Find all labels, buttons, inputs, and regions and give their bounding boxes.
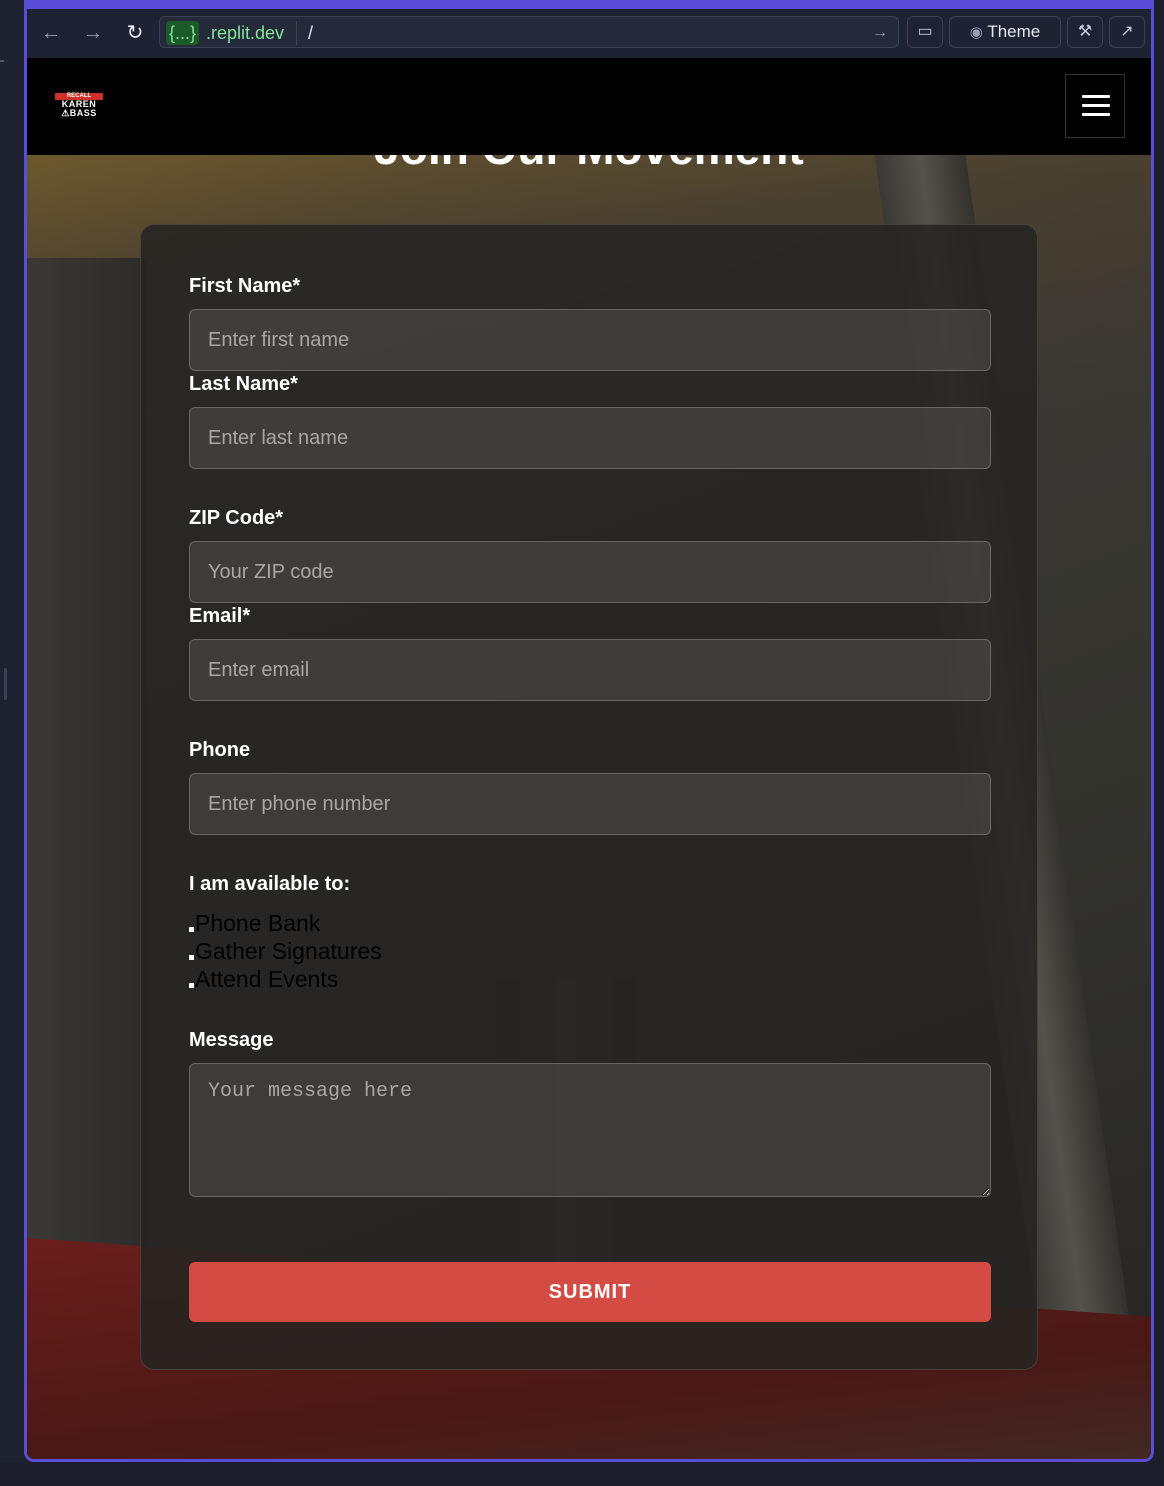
- submit-button[interactable]: SUBMIT: [189, 1262, 991, 1322]
- reload-icon[interactable]: ↻: [119, 18, 151, 48]
- forward-arrow-icon[interactable]: →: [77, 18, 109, 48]
- go-arrow-icon[interactable]: →: [872, 21, 888, 45]
- availability-options: Phone Bank Gather Signatures Attend Even…: [189, 909, 382, 993]
- checkbox-gather-signatures[interactable]: [189, 955, 194, 960]
- checkbox-attend-events[interactable]: [189, 983, 194, 988]
- devtools-wrench-icon[interactable]: ⚒: [1067, 16, 1103, 48]
- site-navbar: RECALL KAREN ⚠BASS: [27, 58, 1151, 155]
- resize-handle[interactable]: [4, 668, 7, 700]
- phone-label: Phone: [189, 739, 251, 761]
- hamburger-menu-icon[interactable]: [1065, 74, 1125, 138]
- email-input[interactable]: [189, 639, 991, 701]
- bottom-edge: [0, 1462, 1164, 1486]
- first-name-input[interactable]: [189, 309, 991, 371]
- checkbox-phone-bank[interactable]: [189, 927, 194, 932]
- message-label: Message: [189, 1029, 274, 1051]
- recall-karen-bass-logo[interactable]: RECALL KAREN ⚠BASS: [55, 93, 103, 121]
- last-name-input[interactable]: [189, 407, 991, 469]
- palette-icon: ◉: [969, 24, 983, 41]
- edge-mark: [0, 60, 4, 62]
- device-preview-icon[interactable]: ▭: [907, 16, 943, 48]
- zip-code-label: ZIP Code*: [189, 507, 284, 529]
- url-divider: [296, 21, 297, 45]
- availability-label: I am available to:: [189, 873, 351, 895]
- email-label: Email*: [189, 605, 251, 627]
- last-name-label: Last Name*: [189, 373, 298, 395]
- option-attend-events[interactable]: Attend Events: [189, 965, 382, 993]
- first-name-label: First Name*: [189, 275, 301, 297]
- url-host-badge: {...}: [166, 21, 200, 45]
- theme-button-label: Theme: [987, 22, 1041, 41]
- url-field[interactable]: {...} .replit.dev / →: [159, 16, 899, 48]
- url-host: .replit.dev: [206, 23, 285, 43]
- browser-window: ← → ↻ {...} .replit.dev / → ▭ ◉ Theme ⚒ …: [24, 0, 1154, 1462]
- option-gather-signatures[interactable]: Gather Signatures: [189, 937, 382, 965]
- theme-button[interactable]: ◉ Theme: [949, 16, 1061, 48]
- phone-input[interactable]: [189, 773, 991, 835]
- browser-toolbar: ← → ↻ {...} .replit.dev / → ▭ ◉ Theme ⚒ …: [27, 9, 1151, 59]
- message-textarea[interactable]: [189, 1063, 991, 1197]
- back-arrow-icon[interactable]: ←: [35, 18, 67, 48]
- open-new-tab-icon[interactable]: ↗: [1109, 16, 1145, 48]
- signup-form-card: First Name* Last Name* ZIP Code* Email* …: [140, 224, 1038, 1370]
- site-viewport: Join Our Movement RECALL KAREN ⚠BASS Fir…: [27, 58, 1151, 1459]
- option-phone-bank[interactable]: Phone Bank: [189, 909, 382, 937]
- left-panel-edge: [0, 0, 24, 1486]
- zip-code-input[interactable]: [189, 541, 991, 603]
- url-path[interactable]: /: [308, 21, 313, 45]
